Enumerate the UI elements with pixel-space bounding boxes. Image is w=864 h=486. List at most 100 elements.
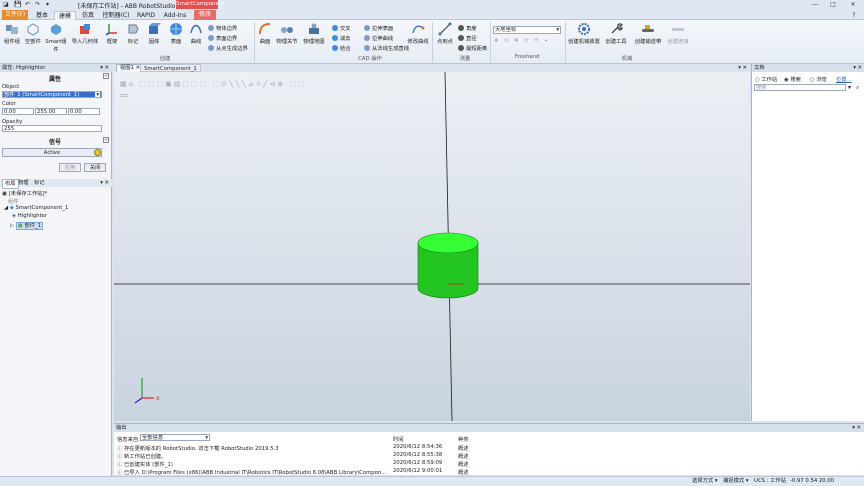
close-button[interactable]: ✕ <box>846 0 860 10</box>
coordinate-system-select[interactable]: 大地坐标 ▾ <box>493 26 561 34</box>
close-properties-button[interactable]: 关闭 <box>84 163 106 172</box>
color-label: Color <box>2 101 16 107</box>
smart-component-button[interactable]: Smart组件 <box>44 22 68 53</box>
ribbon-tab-bar: 文件(F) 基本 建模 仿真 控制器(C) RAPID Add-Ins 修改 ? <box>0 10 864 20</box>
minimize-button[interactable]: — <box>808 0 822 10</box>
create-mechanism-button[interactable]: 创建机械装置 <box>567 22 601 45</box>
surface-icon <box>170 23 182 35</box>
tab-layout[interactable]: 布局 <box>2 179 19 189</box>
save-icon[interactable]: 💾 <box>14 1 21 8</box>
surface-tool-button[interactable]: 曲面 <box>256 22 274 45</box>
tree-components-group[interactable]: 组件 <box>8 197 19 205</box>
search-icon[interactable]: ⌕ <box>856 84 859 92</box>
output-row-text[interactable]: 已导入 D:\Program Files (x86)\ABB Industria… <box>124 468 386 476</box>
body-border-button[interactable]: 物体边界 <box>208 24 237 32</box>
freehand-tools[interactable]: ✥ ⟲ ✥ ⟳ ⇱ ⌖ <box>494 38 550 45</box>
output-row-category: 概述 <box>458 470 469 476</box>
curve-button[interactable]: 曲线 <box>186 22 206 45</box>
undo-icon[interactable]: ↶ <box>25 1 30 8</box>
extrude-surface-button[interactable]: 拉伸表面 <box>364 24 393 32</box>
tag-button[interactable]: 标记 <box>124 22 142 45</box>
docs-search-input[interactable]: 搜索 <box>754 84 846 91</box>
extrude-curve-button[interactable]: 拉伸曲线 <box>364 34 393 42</box>
tab-addins[interactable]: Add-Ins <box>160 11 190 20</box>
solid-button[interactable]: 固体 <box>144 22 164 45</box>
create-connection-button[interactable]: 创建连接 <box>666 22 690 45</box>
selection-mode-menu[interactable]: 选择方式 ▾ <box>692 477 718 486</box>
tab-modify[interactable]: 修改 <box>194 10 216 20</box>
create-conveyor-button[interactable]: 创建输送带 <box>632 22 664 45</box>
color-g-field[interactable]: 255.00 <box>35 108 67 115</box>
component-group-button[interactable]: 组件组 <box>2 22 22 45</box>
tree-smart-component[interactable]: ◢ ◆ SmartComponent_1 <box>4 205 68 211</box>
output-row-text[interactable]: 新工作站已创建。 <box>124 452 166 460</box>
tab-basic[interactable]: 基本 <box>32 11 52 20</box>
point-to-point-button[interactable]: 点到点 <box>434 22 456 45</box>
physics-map-button[interactable]: 物理地图 <box>301 22 327 45</box>
output-row-time: 2020/6/12 8:55:38 <box>393 452 443 458</box>
tab-file[interactable]: 文件(F) <box>2 10 28 20</box>
tree-part[interactable]: ▷ ■ 部件_1 <box>10 221 44 230</box>
ucs-indicator: UCS : 工作站 <box>754 478 786 484</box>
view-tabs-menu-icon[interactable]: ▾ ✕ <box>738 64 747 72</box>
border-from-points-button[interactable]: 从点生成边界 <box>208 44 248 52</box>
output-row-icon: ⓘ <box>117 446 123 452</box>
signal-indicator-icon <box>94 149 101 156</box>
color-r-field[interactable]: 0.00 <box>2 108 34 115</box>
tab-smart-component-editor[interactable]: SmartComponent_1 <box>140 64 201 72</box>
line-from-normal-button[interactable]: 从法线生成直线 <box>364 44 409 52</box>
quick-access-dropdown-icon[interactable]: ▾ <box>46 1 49 8</box>
location-link[interactable]: 位置... <box>836 75 852 83</box>
apply-button[interactable]: 应用 <box>59 163 81 172</box>
output-row-text[interactable]: 存在更新版本的 RobotStudio. 双击下载 RobotStudio 20… <box>124 444 279 452</box>
search-dropdown-icon[interactable]: ▾ <box>848 84 851 91</box>
output-filter-select[interactable]: 全部信息 ▾ <box>140 434 210 441</box>
tab-physics[interactable]: 物理 <box>18 179 29 187</box>
angle-button[interactable]: 角度 <box>458 24 477 32</box>
active-signal-button[interactable]: Active <box>2 148 102 157</box>
modify-curve-button[interactable]: 修改曲线 <box>406 22 430 45</box>
snap-mode-menu[interactable]: 捕捉模式 ▾ <box>723 477 749 486</box>
min-distance-button[interactable]: 最短距离 <box>458 44 487 52</box>
3d-viewport[interactable]: ▦⌂ ⬚⬚⬚▣▨⬚⬚⬚ ⬚⊙╲╲╲⊿⊹╱⊲⊕ ⬚⬚ ⌗⌗ x <box>114 72 750 421</box>
redo-icon[interactable]: ↷ <box>35 1 40 8</box>
union-button[interactable]: 结合 <box>332 44 351 52</box>
create-tool-button[interactable]: 创建工具 <box>604 22 628 45</box>
diameter-button[interactable]: 直径 <box>458 34 477 42</box>
green-cylinder <box>417 232 479 299</box>
surface-button[interactable]: 表面 <box>166 22 186 45</box>
option-station[interactable]: ○ 工作站 <box>755 75 777 83</box>
tab-modeling[interactable]: 建模 <box>54 11 76 20</box>
import-geometry-button[interactable]: 导入几何体 <box>70 22 100 45</box>
physics-joint-button[interactable]: 物理关节 <box>275 22 299 45</box>
tab-simulation[interactable]: 仿真 <box>78 11 98 20</box>
frame-button[interactable]: 框架 <box>102 22 122 45</box>
group-label-freehand: Freehand <box>514 54 540 60</box>
group-label-create: 创建 <box>159 56 171 62</box>
help-icon[interactable]: ? <box>848 11 860 20</box>
scene-svg: x <box>114 72 750 421</box>
tree-station[interactable]: ▣ [未保存工作站]* <box>2 189 47 197</box>
color-b-field[interactable]: 0.00 <box>68 108 100 115</box>
tree-highlighter[interactable]: ◈ Highlighter <box>12 213 47 219</box>
tab-controller[interactable]: 控制器(C) <box>100 11 132 20</box>
collapse-signals-icon[interactable]: − <box>103 137 109 143</box>
subtract-button[interactable]: 减去 <box>332 34 351 42</box>
tab-tags[interactable]: 标记 <box>34 179 45 187</box>
solid-icon <box>149 23 161 34</box>
maximize-button[interactable]: □ <box>826 0 840 10</box>
surface-border-button[interactable]: 表面边界 <box>208 34 237 42</box>
object-select[interactable]: 部件_1 (SmartComponent_1) ▾ <box>2 91 102 98</box>
tree-tab-bar: 布局 物理 标记 ▾ ✕ <box>0 179 112 189</box>
tab-rapid[interactable]: RAPID <box>134 11 158 20</box>
axis-x-label: x <box>156 395 160 402</box>
output-row-time: 2020/6/12 8:59:09 <box>393 460 443 466</box>
opacity-field[interactable]: 255 <box>2 125 102 132</box>
option-search[interactable]: ◉ 搜索 <box>784 75 801 83</box>
option-browse[interactable]: ○ 浏览 <box>810 75 827 83</box>
output-row-icon: ⓘ <box>117 470 123 476</box>
output-row-text[interactable]: 已创建实体 (部件_1) <box>124 460 173 468</box>
intersect-button[interactable]: 交叉 <box>332 24 351 32</box>
empty-part-button[interactable]: 空部件 <box>23 22 43 45</box>
collapse-properties-icon[interactable]: − <box>103 73 109 79</box>
